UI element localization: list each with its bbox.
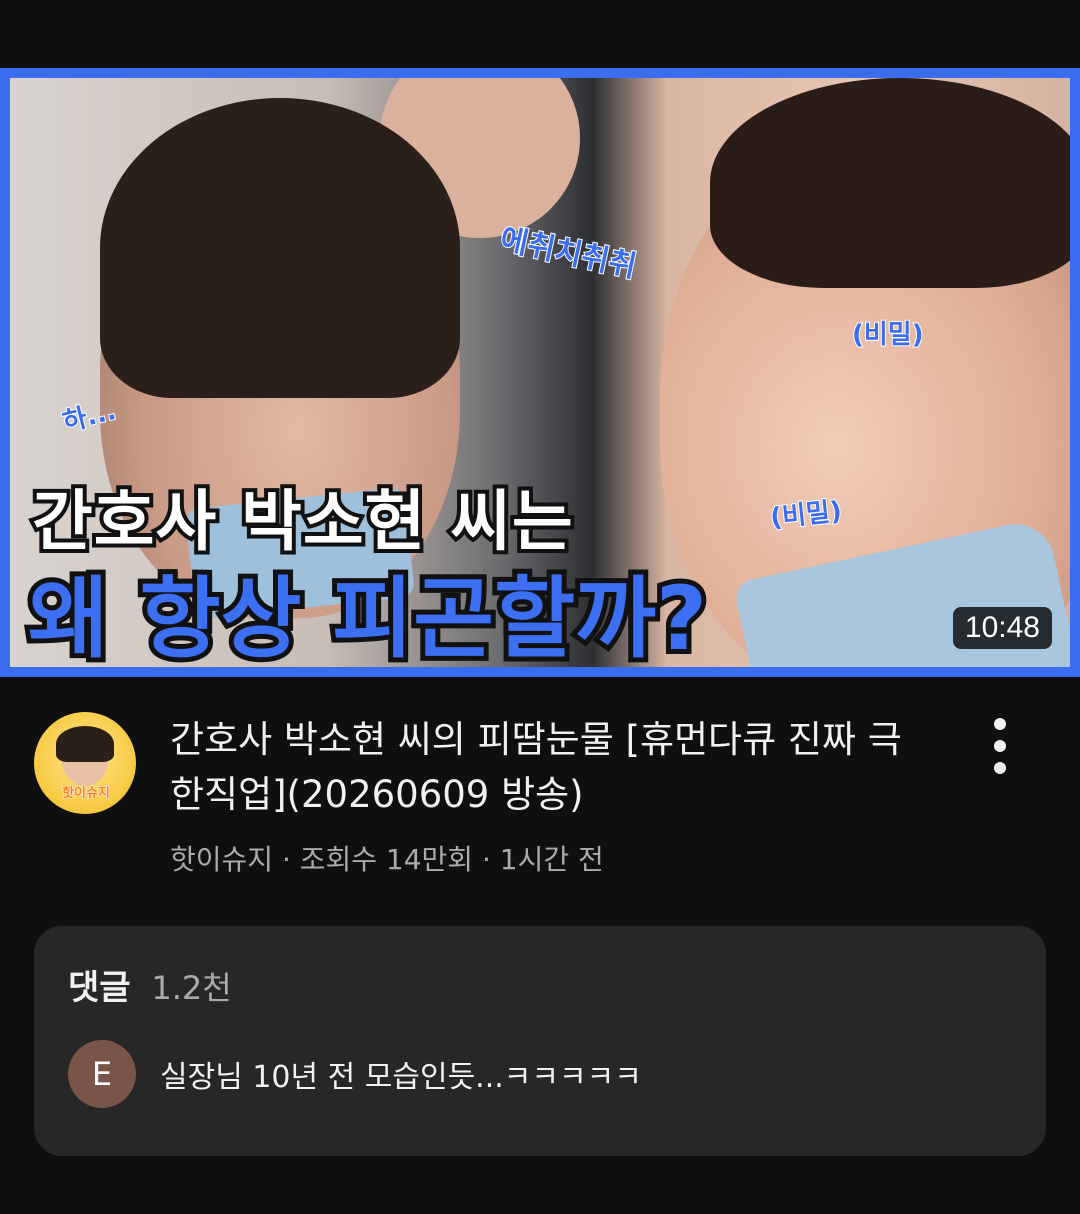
- channel-avatar[interactable]: 핫이슈지: [34, 712, 136, 814]
- comments-header: 댓글 1.2천: [68, 960, 232, 1009]
- more-options-button[interactable]: [980, 718, 1020, 774]
- video-thumbnail[interactable]: 에취치취취 하... (비밀) (비밀) 간호사 박소현 씨는 왜 항상 피곤할…: [0, 68, 1080, 677]
- left-person-hair: [100, 98, 460, 398]
- commenter-avatar[interactable]: E: [68, 1040, 136, 1108]
- sticker-secret-2: (비밀): [768, 495, 844, 534]
- thumbnail-title-line2: 왜 항상 피곤할까?: [23, 562, 712, 667]
- thumbnail-image: 에취치취취 하... (비밀) (비밀) 간호사 박소현 씨는 왜 항상 피곤할…: [10, 78, 1070, 667]
- more-vertical-icon: [994, 718, 1006, 730]
- right-person-hair: [710, 78, 1070, 288]
- more-vertical-icon: [994, 762, 1006, 774]
- top-comment-text: 실장님 10년 전 모습인듯...ㅋㅋㅋㅋㅋ: [160, 1060, 642, 1095]
- sticker-secret-1: (비밀): [851, 319, 925, 351]
- comments-section[interactable]: 댓글 1.2천 E 실장님 10년 전 모습인듯...ㅋㅋㅋㅋㅋ: [34, 926, 1046, 1156]
- comments-label: 댓글: [68, 968, 131, 1008]
- sticker-sneeze: 에취치취취: [496, 221, 640, 286]
- comments-count: 1.2천: [151, 969, 232, 1007]
- avatar-label: 핫이슈지: [62, 786, 111, 802]
- duration-badge: 10:48: [952, 607, 1052, 649]
- avatar-hair: [56, 726, 114, 762]
- video-title[interactable]: 간호사 박소현 씨의 피땀눈물 [휴먼다큐 진짜 극한직업](20260609 …: [170, 712, 910, 822]
- video-meta: 핫이슈지 · 조회수 14만회 · 1시간 전: [170, 843, 604, 876]
- more-vertical-icon: [994, 740, 1006, 752]
